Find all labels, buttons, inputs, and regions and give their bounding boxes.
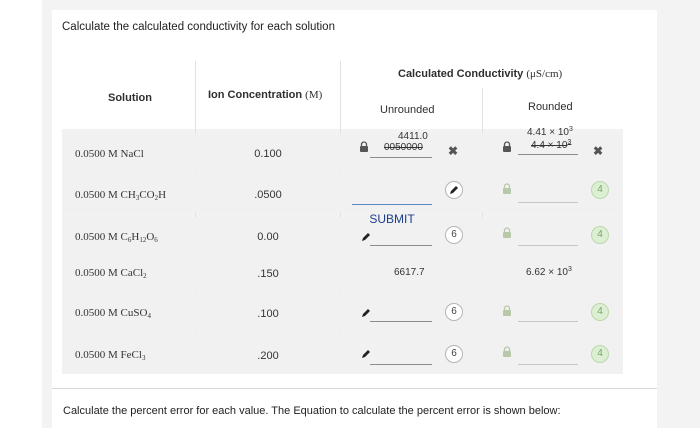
header-rounded: Rounded <box>528 101 573 113</box>
lock-icon <box>503 305 511 316</box>
rounded-value: 4.41 × 103 <box>527 126 573 138</box>
x-icon: ✖ <box>448 144 459 158</box>
ion-concentration: 0.100 <box>254 148 282 160</box>
header-solution: Solution <box>108 92 152 104</box>
solution-name: 0.0500 M FeCl3 <box>75 349 146 362</box>
pencil-icon[interactable] <box>359 306 373 320</box>
solution-name: 0.0500 M NaCl <box>75 148 144 160</box>
header-calculated-conductivity: Calculated Conductivity (μS/cm) <box>398 68 563 80</box>
solution-name: 0.0500 M CuSO4 <box>75 307 151 320</box>
attempts-badge: 6 <box>445 303 463 321</box>
unrounded-input[interactable] <box>370 364 432 365</box>
pencil-icon <box>450 186 458 194</box>
solution-name: 0.0500 M C6H12O6 <box>75 231 158 244</box>
lock-icon <box>503 183 511 194</box>
attempts-badge: 4 <box>591 181 609 199</box>
lock-icon <box>503 346 511 357</box>
question-text: Calculate the calculated conductivity fo… <box>62 21 335 33</box>
edit-answer-button[interactable] <box>445 181 463 199</box>
pencil-icon[interactable] <box>359 230 373 244</box>
header-ion-concentration: Ion Concentration (M) <box>208 89 323 101</box>
ion-concentration: .100 <box>257 308 279 320</box>
unrounded-input[interactable] <box>352 204 432 205</box>
solution-name: 0.0500 M CaCl2 <box>75 267 147 280</box>
attempts-badge: 6 <box>445 226 463 244</box>
ion-concentration: .200 <box>257 350 279 362</box>
rounded-input-line <box>518 202 578 203</box>
unrounded-input[interactable] <box>370 321 432 322</box>
ion-concentration: .0500 <box>254 189 282 201</box>
unrounded-input-line <box>370 157 432 158</box>
unrounded-value: 6617.7 <box>394 267 425 278</box>
table-row <box>62 335 623 374</box>
unrounded-input[interactable] <box>370 245 432 246</box>
lock-icon <box>360 141 368 152</box>
rounded-input-line <box>518 245 578 246</box>
ion-concentration: .150 <box>257 268 279 280</box>
attempts-badge: 6 <box>445 345 463 363</box>
x-icon: ✖ <box>593 144 604 158</box>
solution-name: 0.0500 M CH3CO2H <box>75 189 167 202</box>
header-unrounded: Unrounded <box>380 104 435 116</box>
ion-concentration: 0.00 <box>257 231 279 243</box>
rounded-input-line <box>518 321 578 322</box>
rounded-input-line <box>518 364 578 365</box>
attempts-badge: 4 <box>591 345 609 363</box>
percent-error-instructions: Calculate the percent error for each val… <box>63 405 561 417</box>
attempts-badge: 4 <box>591 303 609 321</box>
unrounded-previous-value: 0050000 <box>384 142 423 153</box>
unrounded-value: 4411.0 <box>398 131 428 142</box>
submit-button[interactable]: SUBMIT <box>352 207 432 231</box>
lock-icon <box>503 227 511 238</box>
pencil-icon[interactable] <box>359 347 373 361</box>
rounded-input-line <box>518 154 578 155</box>
attempts-badge: 4 <box>591 226 609 244</box>
lock-icon <box>503 141 511 152</box>
rounded-previous-value: 4.4 × 103 <box>531 139 572 151</box>
rounded-value: 6.62 × 103 <box>526 266 572 278</box>
